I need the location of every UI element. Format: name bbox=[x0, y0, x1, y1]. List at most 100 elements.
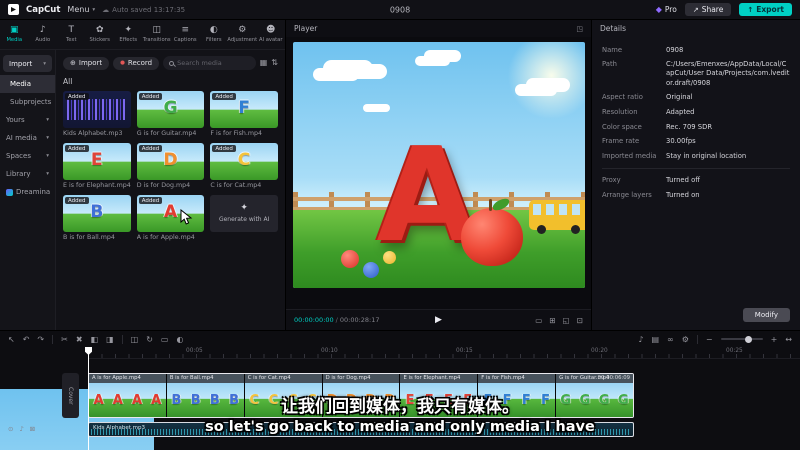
sidebar-item-yours[interactable]: Yours ▾ bbox=[0, 111, 55, 129]
mask-icon[interactable]: ◐ bbox=[176, 335, 183, 344]
media-tile-e-elephant[interactable]: E Added E is for Elephant.mp4 bbox=[63, 143, 131, 189]
zoom-in-icon[interactable]: + bbox=[771, 335, 778, 344]
media-tile-d-dog[interactable]: D Added D is for Dog.mp4 bbox=[136, 143, 205, 189]
effects-icon: ✦ bbox=[124, 25, 133, 35]
capcut-logo bbox=[8, 4, 19, 15]
export-icon: ↑ bbox=[747, 5, 754, 14]
added-badge: Added bbox=[65, 145, 89, 152]
track-height-icon[interactable]: ▤ bbox=[651, 335, 659, 344]
tab-captions[interactable]: ≡ Captions bbox=[171, 25, 200, 44]
sidebar-item-library[interactable]: Library ▾ bbox=[0, 165, 55, 183]
fit-timeline-icon[interactable]: ↔ bbox=[785, 335, 792, 344]
divider bbox=[52, 334, 54, 344]
video-thumbnail: A Added bbox=[136, 195, 205, 232]
tile-name: B is for Ball.mp4 bbox=[63, 234, 115, 241]
media-tile-g-guitar[interactable]: G Added G is for Guitar.mp4 bbox=[136, 91, 205, 137]
play-button[interactable]: ▶ bbox=[435, 315, 442, 325]
pro-badge[interactable]: ◆ Pro bbox=[656, 5, 677, 14]
zoom-slider-knob[interactable] bbox=[744, 335, 752, 343]
fullscreen-icon[interactable]: ⊡ bbox=[577, 316, 583, 325]
modify-button[interactable]: Modify bbox=[742, 308, 790, 322]
mouse-cursor bbox=[180, 208, 193, 230]
media-tile-f-fish[interactable]: F Added F is for Fish.mp4 bbox=[210, 91, 278, 137]
detail-label: Frame rate bbox=[602, 137, 640, 146]
select-tool-icon[interactable]: ↖ bbox=[8, 335, 15, 344]
tab-adjustment[interactable]: ⚙ Adjustment bbox=[227, 25, 257, 44]
tab-effects[interactable]: ✦ Effects bbox=[114, 25, 143, 44]
link-icon[interactable]: ∞ bbox=[667, 335, 674, 344]
media-tile-c-cat[interactable]: C Added C is for Cat.mp4 bbox=[210, 143, 278, 189]
media-grid: Added Kids Alphabet.mp3 G Added G is for… bbox=[63, 91, 278, 241]
import-button[interactable]: ⊕ Import bbox=[63, 56, 110, 70]
tab-ai-avatar[interactable]: ☻ AI avatar bbox=[257, 26, 286, 44]
captions-icon: ≡ bbox=[181, 25, 190, 35]
menu-button[interactable]: Menu ▾ bbox=[67, 5, 95, 14]
sparkle-icon: ✦ bbox=[240, 203, 248, 214]
mute-track-icon[interactable]: ♪ bbox=[638, 335, 643, 344]
sidebar-item-subprojects[interactable]: Subprojects bbox=[0, 93, 55, 111]
tab-media[interactable]: ▣ Media bbox=[0, 26, 29, 44]
tile-name: Kids Alphabet.mp3 bbox=[63, 130, 123, 137]
preview-grid-icon[interactable]: ⊞ bbox=[549, 316, 555, 325]
sidebar-item-import[interactable]: Import ▾ bbox=[3, 55, 52, 72]
thumbnail-letter: D bbox=[163, 150, 178, 171]
trim-left-icon[interactable]: ◧ bbox=[91, 335, 99, 344]
tab-audio[interactable]: ♪ Audio bbox=[29, 26, 58, 44]
cloud-graphic bbox=[514, 84, 557, 96]
section-label: All bbox=[63, 77, 73, 86]
video-preview[interactable]: A bbox=[292, 42, 585, 288]
sidebar-item-spaces[interactable]: Spaces ▾ bbox=[0, 147, 55, 165]
crop-icon[interactable]: ▭ bbox=[161, 335, 169, 344]
detach-player-icon[interactable]: ◳ bbox=[576, 25, 583, 33]
search-input[interactable] bbox=[177, 59, 250, 67]
cloud-graphic bbox=[362, 104, 390, 112]
detail-value: 0908 bbox=[666, 45, 684, 54]
mini-player-icon[interactable]: ◱ bbox=[563, 316, 570, 325]
sidebar-item-label: Library bbox=[6, 170, 31, 178]
share-button[interactable]: ↗ Share bbox=[684, 3, 732, 16]
ribbon-tabs: ▣ Media ♪ Audio T Text ✿ Stickers ✦ Effe… bbox=[0, 20, 285, 50]
media-tile-a-apple[interactable]: A Added A is for Apple.mp4 bbox=[136, 195, 205, 241]
adjustment-icon: ⚙ bbox=[238, 25, 247, 35]
plus-icon: ⊕ bbox=[70, 59, 76, 67]
subtitle-line-english: so let's go back to media and only media… bbox=[205, 419, 595, 435]
export-button[interactable]: ↑ Export bbox=[739, 3, 792, 16]
sidebar-item-media[interactable]: Media bbox=[0, 75, 55, 93]
aspect-ratio-icon[interactable]: ▭ bbox=[535, 316, 542, 325]
tab-stickers[interactable]: ✿ Stickers bbox=[86, 26, 115, 44]
record-button[interactable]: ● Record bbox=[113, 56, 160, 70]
transitions-icon: ◫ bbox=[152, 25, 161, 35]
clip-title: F is for Fish.mp4 bbox=[478, 374, 556, 383]
sidebar-item-label: Subprojects bbox=[10, 98, 52, 106]
tab-filters[interactable]: ◐ Filters bbox=[200, 26, 229, 44]
tab-text[interactable]: T Text bbox=[57, 26, 86, 44]
search-box[interactable] bbox=[163, 56, 256, 70]
redo-icon[interactable]: ↷ bbox=[37, 335, 44, 344]
media-content: ⊕ Import ● Record ▦ ⇅ All bbox=[56, 50, 285, 330]
grid-view-icon[interactable]: ▦ bbox=[260, 59, 268, 67]
sidebar-item-dreamina[interactable]: Dreamina bbox=[0, 183, 55, 201]
details-panel: Details Name 0908 Path C:/Users/Emenxes/… bbox=[592, 20, 800, 330]
tile-name: D is for Dog.mp4 bbox=[136, 182, 191, 189]
mirror-icon[interactable]: ◫ bbox=[131, 335, 139, 344]
rotate-icon[interactable]: ↻ bbox=[146, 335, 153, 344]
delete-icon[interactable]: ✖ bbox=[76, 335, 83, 344]
video-thumbnail: G Added bbox=[136, 91, 205, 128]
trim-right-icon[interactable]: ◨ bbox=[106, 335, 114, 344]
media-tile-kids-alphabet[interactable]: Added Kids Alphabet.mp3 bbox=[63, 91, 131, 137]
timeline-ruler[interactable]: 00:05 00:10 00:15 00:20 00:25 bbox=[88, 347, 800, 359]
settings-icon[interactable]: ⚙ bbox=[682, 335, 689, 344]
generate-with-ai-tile[interactable]: ✦ Generate with AI bbox=[210, 195, 278, 241]
media-tile-b-ball[interactable]: B Added B is for Ball.mp4 bbox=[63, 195, 131, 241]
zoom-out-icon[interactable]: − bbox=[706, 335, 713, 344]
tab-transitions[interactable]: ◫ Transitions bbox=[143, 25, 172, 44]
split-icon[interactable]: ✂ bbox=[61, 335, 68, 344]
player-header: Player ◳ bbox=[286, 20, 591, 37]
zoom-slider[interactable] bbox=[720, 335, 763, 343]
sidebar-item-ai-media[interactable]: AI media ▾ bbox=[0, 129, 55, 147]
detail-row-frame-rate: Frame rate 30.00fps bbox=[602, 137, 790, 146]
added-badge: Added bbox=[65, 197, 89, 204]
sort-icon[interactable]: ⇅ bbox=[271, 59, 278, 67]
video-thumbnail: D Added bbox=[136, 143, 205, 180]
undo-icon[interactable]: ↶ bbox=[23, 335, 30, 344]
